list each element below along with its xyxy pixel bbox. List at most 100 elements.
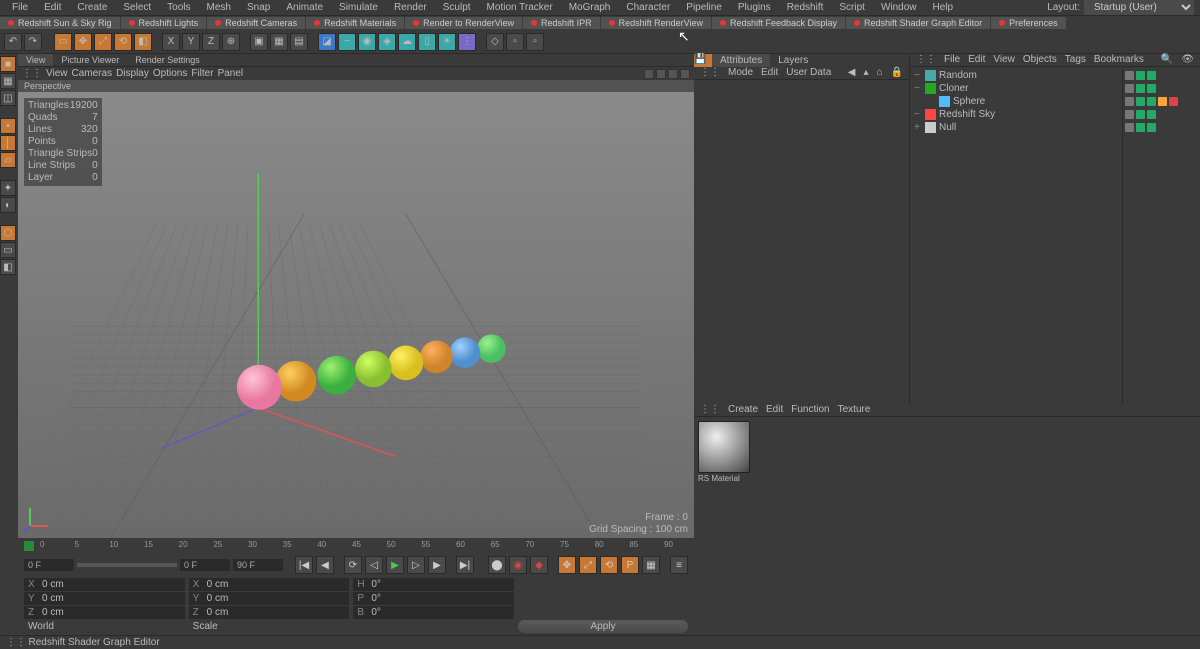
- axis-z-button[interactable]: Z: [202, 33, 220, 51]
- panel-grip-icon[interactable]: ⋮⋮: [6, 637, 26, 648]
- next-key-button[interactable]: ▶: [428, 556, 446, 574]
- menu-animate[interactable]: Animate: [278, 2, 331, 13]
- coord-size-x[interactable]: X0 cm: [189, 578, 350, 591]
- coord-pos-y[interactable]: Y0 cm: [24, 592, 185, 605]
- spline-button[interactable]: ~: [338, 33, 356, 51]
- object-cloner[interactable]: −Cloner: [914, 82, 1118, 95]
- play-forward-button[interactable]: ▷: [407, 556, 425, 574]
- nav-home-icon[interactable]: ⌂: [877, 67, 883, 79]
- tab-layers[interactable]: Layers: [770, 54, 816, 67]
- attr-menu-userdata[interactable]: User Data: [786, 67, 831, 79]
- scale-tool-button[interactable]: ⤢: [94, 33, 112, 51]
- tab-redshift-shader-graph-editor[interactable]: Redshift Shader Graph Editor: [846, 17, 990, 29]
- tag-row[interactable]: [1125, 82, 1198, 95]
- menu-simulate[interactable]: Simulate: [331, 2, 386, 13]
- vis-editor-icon[interactable]: [1136, 71, 1145, 80]
- key-scale-button[interactable]: ⤢: [579, 556, 597, 574]
- nav-back-icon[interactable]: ◀: [848, 67, 856, 79]
- objmenu-view[interactable]: View: [993, 54, 1015, 66]
- object-tree[interactable]: −Random−ClonerSphere−Redshift Sky+Null: [910, 67, 1122, 404]
- matmenu-function[interactable]: Function: [791, 404, 829, 416]
- layer-tag-icon[interactable]: [1125, 123, 1134, 132]
- workplane-mode-button[interactable]: ◫: [0, 90, 16, 106]
- vis-render-icon[interactable]: [1147, 123, 1156, 132]
- key-rot-button[interactable]: ⟲: [600, 556, 618, 574]
- camera-button[interactable]: ▯: [418, 33, 436, 51]
- panel-grip-icon[interactable]: ⋮⋮: [700, 67, 720, 79]
- menu-mograph[interactable]: MoGraph: [561, 2, 619, 13]
- vp-nav-icon-1[interactable]: [644, 69, 654, 79]
- coord-mode-select[interactable]: World: [24, 620, 185, 633]
- vp-nav-icon-3[interactable]: [668, 69, 678, 79]
- panel-grip-icon[interactable]: ⋮⋮: [22, 68, 42, 79]
- layer-tag-icon[interactable]: [1125, 97, 1134, 106]
- tab-redshift-materials[interactable]: Redshift Materials: [306, 17, 404, 29]
- coord-rot-b[interactable]: B0°: [353, 606, 514, 619]
- coord-rot-h[interactable]: H0°: [353, 578, 514, 591]
- coord-scale-select[interactable]: Scale: [189, 620, 350, 633]
- tag-row[interactable]: [1125, 121, 1198, 134]
- objmenu-bookmarks[interactable]: Bookmarks: [1094, 54, 1144, 66]
- objmenu-tags[interactable]: Tags: [1065, 54, 1086, 66]
- matmenu-create[interactable]: Create: [728, 404, 758, 416]
- tag-column[interactable]: [1122, 67, 1200, 404]
- menu-tools[interactable]: Tools: [159, 2, 198, 13]
- extra-button-1[interactable]: ▫: [506, 33, 524, 51]
- locked-workplane-button[interactable]: ◧: [0, 259, 16, 275]
- menu-file[interactable]: File: [4, 2, 36, 13]
- phong-tag-icon[interactable]: [1158, 97, 1167, 106]
- material-tag-icon[interactable]: [1169, 97, 1178, 106]
- menu-select[interactable]: Select: [115, 2, 159, 13]
- vp-nav-icon-4[interactable]: [680, 69, 690, 79]
- tab-redshift-lights[interactable]: Redshift Lights: [121, 17, 207, 29]
- cube-primitive-button[interactable]: ◪: [318, 33, 336, 51]
- coord-rot-p[interactable]: P0°: [353, 592, 514, 605]
- timeline-ruler[interactable]: 051015202530354045505560657075808590: [18, 538, 694, 554]
- vptab-render-settings[interactable]: Render Settings: [127, 54, 208, 66]
- vis-editor-icon[interactable]: [1136, 123, 1145, 132]
- tab-redshift-cameras[interactable]: Redshift Cameras: [207, 17, 305, 29]
- texture-mode-button[interactable]: ▦: [0, 73, 16, 89]
- vis-render-icon[interactable]: [1147, 71, 1156, 80]
- extra-button-2[interactable]: ▫: [526, 33, 544, 51]
- layer-tag-icon[interactable]: [1125, 110, 1134, 119]
- tab-redshift-sun-sky-rig[interactable]: Redshift Sun & Sky Rig: [0, 17, 120, 29]
- save-layout-button[interactable]: 💾: [694, 54, 712, 67]
- menu-pipeline[interactable]: Pipeline: [678, 2, 730, 13]
- menu-edit[interactable]: Edit: [36, 2, 69, 13]
- tab-redshift-renderview[interactable]: Redshift RenderView: [601, 17, 711, 29]
- vis-render-icon[interactable]: [1147, 97, 1156, 106]
- dopesheet-button[interactable]: ≡: [670, 556, 688, 574]
- redo-button[interactable]: ↷: [24, 33, 42, 51]
- nav-lock-icon[interactable]: 🔒: [891, 67, 903, 79]
- play-button[interactable]: ▶: [386, 556, 404, 574]
- autokey-button[interactable]: ◉: [509, 556, 527, 574]
- vis-render-icon[interactable]: [1147, 84, 1156, 93]
- objmenu-objects[interactable]: Objects: [1023, 54, 1057, 66]
- tag-row[interactable]: [1125, 95, 1198, 108]
- tab-preferences[interactable]: Preferences: [991, 17, 1066, 29]
- select-tool-button[interactable]: ▭: [54, 33, 72, 51]
- prev-key-button[interactable]: ◀: [316, 556, 334, 574]
- object-sphere[interactable]: Sphere: [914, 95, 1118, 108]
- key-pos-button[interactable]: ✥: [558, 556, 576, 574]
- deformer-button[interactable]: ◈: [378, 33, 396, 51]
- coord-system-button[interactable]: ⊕: [222, 33, 240, 51]
- tag-row[interactable]: [1125, 108, 1198, 121]
- rotate-tool-button[interactable]: ⟲: [114, 33, 132, 51]
- vptab-picture-viewer[interactable]: Picture Viewer: [53, 54, 127, 66]
- eye-icon[interactable]: 👁: [1181, 54, 1194, 66]
- loop-button[interactable]: ⟳: [344, 556, 362, 574]
- environment-button[interactable]: ☁: [398, 33, 416, 51]
- tab-attributes[interactable]: Attributes: [712, 54, 770, 67]
- attr-menu-mode[interactable]: Mode: [728, 67, 753, 79]
- menu-motion-tracker[interactable]: Motion Tracker: [479, 2, 561, 13]
- menu-mesh[interactable]: Mesh: [199, 2, 239, 13]
- current-frame-field[interactable]: [180, 559, 230, 571]
- coord-pos-z[interactable]: Z0 cm: [24, 606, 185, 619]
- object-random[interactable]: −Random: [914, 69, 1118, 82]
- tag-row[interactable]: [1125, 69, 1198, 82]
- vis-editor-icon[interactable]: [1136, 84, 1145, 93]
- coord-pos-x[interactable]: X0 cm: [24, 578, 185, 591]
- vis-editor-icon[interactable]: [1136, 110, 1145, 119]
